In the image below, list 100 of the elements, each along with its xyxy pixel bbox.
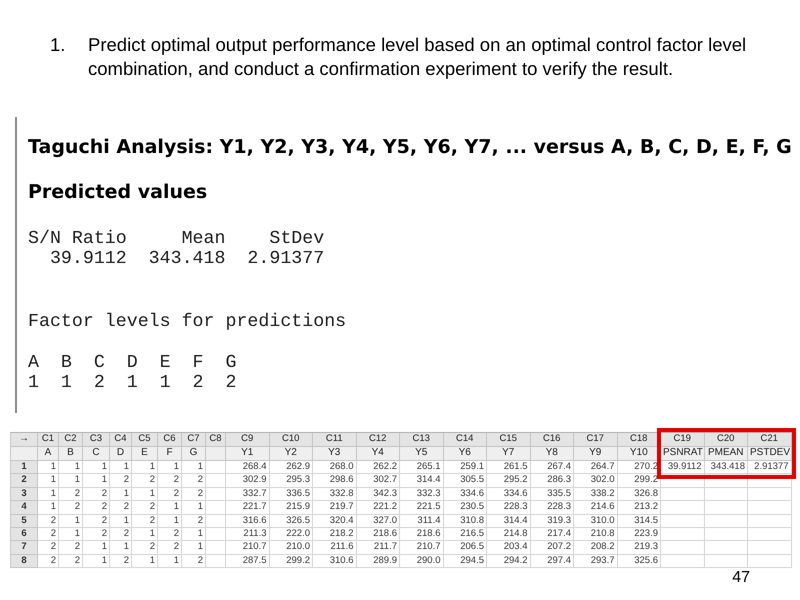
row-number[interactable]: 8 [11,554,38,568]
column-id[interactable]: C8 [206,433,226,447]
table-cell: 1 [110,514,132,528]
table-cell: 221.5 [400,501,444,515]
column-id[interactable]: C19 [661,433,704,447]
empty-cell [206,514,226,528]
table-cell: 286.3 [530,474,574,488]
table-cell: 214.6 [574,501,618,515]
empty-cell [704,554,748,568]
factor-heading: Factor levels for predictions [28,312,346,332]
table-cell: 325.6 [618,554,661,568]
empty-cell [704,514,748,528]
factor-level: 1 [126,373,138,393]
table-cell: 2 [158,474,182,488]
column-id[interactable]: C7 [182,433,206,447]
table-cell: 208.2 [574,541,618,555]
column-id[interactable]: C15 [487,433,530,447]
column-name[interactable]: E [132,447,158,461]
table-cell: 2 [38,541,59,555]
row-number[interactable]: 7 [11,541,38,555]
column-name[interactable]: Y9 [574,447,618,461]
row-number[interactable]: 4 [11,501,38,515]
analysis-title: Taguchi Analysis: Y1, Y2, Y3, Y4, Y5, Y6, Y7, ... versus A, B, C, D, E, F, G [28,135,792,159]
table-cell: 268.0 [313,461,356,474]
column-id[interactable]: C4 [110,433,132,447]
column-name[interactable]: PSTDEV [748,447,792,461]
table-cell: 2 [110,554,132,568]
table-cell: 338.2 [574,488,618,502]
column-name[interactable]: PMEAN [704,447,748,461]
empty-cell [704,528,748,542]
column-id[interactable]: C14 [444,433,487,447]
column-id[interactable]: C11 [313,433,356,447]
column-name[interactable]: PSNRAT [661,447,704,461]
table-cell: 1 [83,541,110,555]
table-cell: 213.2 [618,501,661,515]
table-cell: 295.2 [487,474,530,488]
table-cell: 216.5 [444,528,487,542]
column-id[interactable]: C1 [38,433,59,447]
column-name[interactable]: Y6 [444,447,487,461]
table-cell: 319.3 [530,514,574,528]
table-cell: 302.9 [226,474,270,488]
table-cell: 203.4 [487,541,530,555]
empty-cell [206,554,226,568]
empty-cell [661,528,704,542]
empty-cell [661,488,704,502]
table-cell: 211.3 [226,528,270,542]
column-id[interactable]: C3 [83,433,110,447]
table-cell: 2 [110,528,132,542]
column-name[interactable]: C [83,447,110,461]
column-name[interactable]: Y1 [226,447,270,461]
table-cell: 334.6 [487,488,530,502]
table-cell: 1 [38,501,59,515]
table-cell: 332.8 [313,488,356,502]
table-cell: 39.9112 [661,461,704,474]
table-cell: 2 [38,528,59,542]
table-cell: 262.9 [270,461,313,474]
column-name[interactable]: Y8 [530,447,574,461]
table-cell: 2 [132,514,158,528]
column-id[interactable]: C13 [400,433,444,447]
table-cell: 264.7 [574,461,618,474]
column-id[interactable]: C10 [270,433,313,447]
column-id[interactable]: C16 [530,433,574,447]
column-id[interactable]: C9 [226,433,270,447]
column-name[interactable]: B [59,447,83,461]
column-id[interactable]: C6 [158,433,182,447]
column-name[interactable]: Y3 [313,447,356,461]
table-cell: 268.4 [226,461,270,474]
column-name[interactable]: Y5 [400,447,444,461]
row-number[interactable]: 3 [11,488,38,502]
factor-name: B [60,353,72,373]
page-number: 47 [732,569,750,588]
column-name[interactable]: G [182,447,206,461]
column-name[interactable]: Y7 [487,447,530,461]
column-name[interactable]: Y4 [356,447,400,461]
table-cell: 310.0 [574,514,618,528]
column-id[interactable]: C5 [132,433,158,447]
column-id[interactable]: C21 [748,433,792,447]
factor-name: D [126,353,138,373]
table-cell: 2 [132,541,158,555]
row-number[interactable]: 5 [11,514,38,528]
factor-level: 2 [192,373,204,393]
column-id[interactable]: C20 [704,433,748,447]
empty-cell [748,488,792,502]
table-cell: 215.9 [270,501,313,515]
column-id[interactable]: C17 [574,433,618,447]
column-name[interactable]: Y2 [270,447,313,461]
column-name[interactable]: F [158,447,182,461]
column-name[interactable]: A [38,447,59,461]
row-number[interactable]: 1 [11,461,38,474]
column-name[interactable]: D [110,447,132,461]
table-cell: 335.5 [530,488,574,502]
table-cell: 305.5 [444,474,487,488]
table-cell: 223.9 [618,528,661,542]
column-id[interactable]: C12 [356,433,400,447]
factor-level: 1 [60,373,72,393]
table-cell: 314.5 [618,514,661,528]
row-number[interactable]: 6 [11,528,38,542]
row-number[interactable]: 2 [11,474,38,488]
column-id[interactable]: C2 [59,433,83,447]
table-cell: 2 [59,501,83,515]
